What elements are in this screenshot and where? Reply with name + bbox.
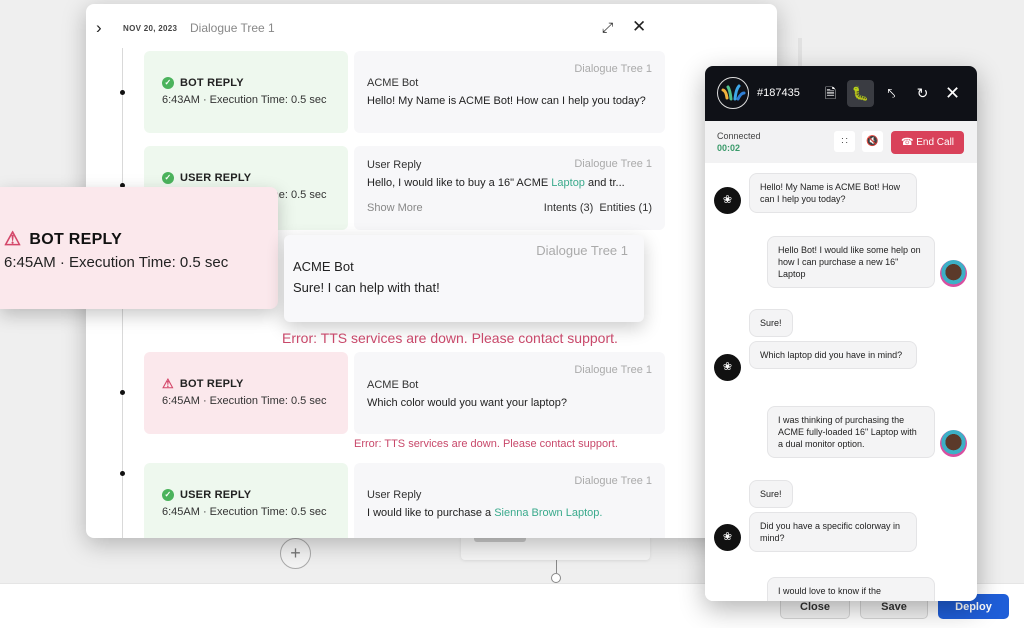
message-text-part: and tr... [584,177,625,189]
status-card[interactable]: ✓ USER REPLY 6:45AM · Execution Time: 0.… [144,463,348,538]
magnified-message-card: Dialogue Tree 1 ACME Bot Sure! I can hel… [284,235,644,322]
user-message: Hello Bot! I would like some help on how… [767,236,935,288]
bot-message: Sure! [749,309,793,337]
message-text-part: Hello, I would like to buy a 16" ACME [367,177,552,189]
message-text-part: I would like to purchase a [367,507,495,519]
bot-message: Sure! [749,480,793,508]
tree-name: Dialogue Tree 1 [574,63,652,75]
intents-link[interactable]: Intents (3) [544,202,594,214]
chevron-right-icon[interactable]: › [96,18,102,38]
timeline-dot [120,390,125,395]
call-timer: 00:02 [717,143,741,153]
modal-header: › NOV 20, 2023 Dialogue Tree 1 ⤢ ✕ [86,4,777,50]
message-card[interactable]: Dialogue Tree 1 ACME Bot Hello! My Name … [354,51,665,133]
end-call-button[interactable]: ☎ End Call [891,131,964,154]
show-more-link[interactable]: Show More [367,202,423,214]
status-card-error[interactable]: ⚠ BOT REPLY 6:45AM · Execution Time: 0.5… [144,352,348,434]
chat-transcript[interactable]: ❀ Hello! My Name is ACME Bot! How can I … [705,163,977,601]
user-message: I would love to know if the [767,577,935,601]
entities-link[interactable]: Entities (1) [599,202,652,214]
error-message: Error: TTS services are down. Please con… [354,438,618,450]
status-label: USER REPLY [180,489,252,501]
message-meta: Intents (3) Entities (1) [544,202,652,214]
bot-message: Which laptop did you have in mind? [749,341,917,369]
check-circle-icon: ✓ [162,77,174,89]
status-label: BOT REPLY [29,230,123,248]
bot-avatar: ❀ [714,524,741,551]
status-label: BOT REPLY [180,77,244,89]
timeline-dot [120,90,125,95]
connection-status: Connected [717,131,761,141]
expand-icon[interactable]: ⤢ [602,19,613,36]
message-sender: ACME Bot [367,379,419,391]
refresh-icon[interactable]: ↻ [909,80,936,107]
canvas-connector [798,38,802,68]
message-card[interactable]: Dialogue Tree 1 ACME Bot Which color wou… [354,352,665,434]
message-text: Hello, I would like to buy a 16" ACME La… [367,177,652,189]
status-time: 6:43AM · Execution Time: 0.5 sec [162,94,327,106]
message-text: Hello! My Name is ACME Bot! How can I he… [367,95,646,107]
status-label-row: ✓ USER REPLY [162,172,330,184]
warning-icon: ⚠ [4,229,22,250]
status-label: BOT REPLY [179,378,244,390]
warning-icon: ⚠ [162,376,174,391]
bot-avatar: ❀ [714,187,741,214]
user-avatar [940,260,967,287]
tree-name: Dialogue Tree 1 [574,158,652,170]
debug-bug-icon[interactable]: 🐛 [847,80,874,107]
keypad-icon[interactable]: ∷ [834,131,855,152]
user-avatar [940,430,967,457]
status-label-row: ⚠ BOT REPLY [162,376,330,391]
status-label: USER REPLY [180,172,252,184]
tree-name: Dialogue Tree 1 [574,364,652,376]
collapse-icon[interactable]: ⤣ [878,80,905,107]
timeline-dot [120,471,125,476]
status-label-row: ✓ BOT REPLY [162,77,330,89]
message-text: Sure! I can help with that! [293,280,440,295]
check-circle-icon: ✓ [162,172,174,184]
status-label-row: ⚠ BOT REPLY [4,228,122,251]
check-circle-icon: ✓ [162,489,174,501]
log-date: NOV 20, 2023 [123,24,178,33]
status-time: 6:45AM · Execution Time: 0.5 sec [162,395,327,407]
magnified-status-card: ⚠ BOT REPLY 6:45AM · Execution Time: 0.5… [0,187,278,309]
magnified-error-message: Error: TTS services are down. Please con… [282,330,618,346]
mute-icon[interactable]: 🔇 [862,131,883,152]
message-sender: User Reply [367,489,422,501]
message-card[interactable]: Dialogue Tree 1 User Reply Hello, I woul… [354,146,665,230]
brand-logo [717,77,749,109]
tree-name: Dialogue Tree 1 [536,243,628,258]
message-footer: Show More Intents (3) Entities (1) [367,202,652,214]
add-node-button[interactable]: + [280,538,311,569]
message-sender: ACME Bot [367,77,419,89]
status-time: 6:45AM · Execution Time: 0.5 sec [4,254,229,271]
bot-message: Did you have a specific colorway in mind… [749,512,917,552]
bot-message: Hello! My Name is ACME Bot! How can I he… [749,173,917,213]
phone-icon: ☎ [900,137,914,148]
connector-handle[interactable] [551,573,561,583]
call-widget: #187435 🗎 🐛 ⤣ ↻ ✕ Connected 00:02 ∷ 🔇 ☎ … [705,66,977,601]
call-status-bar: Connected 00:02 ∷ 🔇 ☎ End Call [705,121,977,163]
message-text: I would like to purchase a Sienna Brown … [367,507,652,519]
modal-title: Dialogue Tree 1 [190,21,275,35]
close-icon[interactable]: ✕ [632,17,646,37]
transcript-icon[interactable]: 🗎 [817,80,844,107]
widget-header: #187435 🗎 🐛 ⤣ ↻ ✕ [705,66,977,121]
status-label-row: ✓ USER REPLY [162,489,330,501]
ticket-id: #187435 [757,87,800,99]
entity-highlight[interactable]: Sienna Brown Laptop. [494,507,602,519]
status-card[interactable]: ✓ BOT REPLY 6:43AM · Execution Time: 0.5… [144,51,348,133]
entity-highlight[interactable]: Laptop [551,177,585,189]
user-message: I was thinking of purchasing the ACME fu… [767,406,935,458]
status-time: 6:45AM · Execution Time: 0.5 sec [162,506,327,518]
connector-line [556,560,557,573]
message-text: Which color would you want your laptop? [367,397,567,409]
end-call-label: End Call [916,137,955,148]
message-card[interactable]: Dialogue Tree 1 User Reply I would like … [354,463,665,538]
message-sender: ACME Bot [293,259,354,274]
tree-name: Dialogue Tree 1 [574,475,652,487]
bot-avatar: ❀ [714,354,741,381]
close-icon[interactable]: ✕ [939,80,966,107]
